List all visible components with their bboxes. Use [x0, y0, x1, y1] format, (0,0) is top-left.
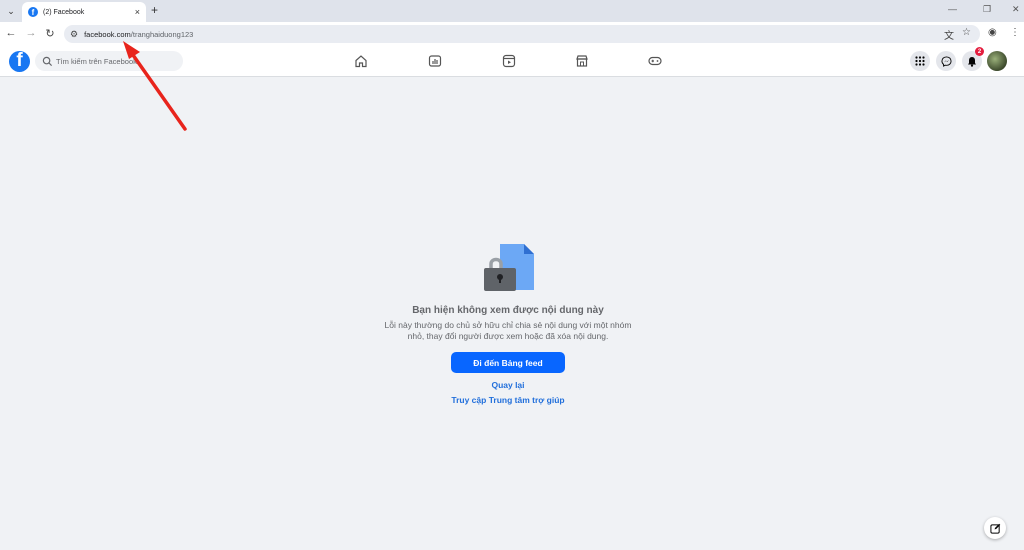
go-back-link[interactable]: Quay lại: [300, 380, 716, 390]
marketplace-icon[interactable]: [575, 54, 589, 68]
tab-search-menu-button[interactable]: ⌄: [4, 4, 18, 18]
reels-icon[interactable]: [502, 54, 516, 68]
lock-document-icon: [484, 244, 534, 291]
translate-icon[interactable]: 文: [944, 27, 954, 42]
browser-menu-icon[interactable]: ⋮: [1010, 27, 1020, 38]
url-text[interactable]: facebook.com/tranghaiduong123: [84, 30, 193, 39]
gaming-icon[interactable]: [648, 54, 662, 68]
facebook-favicon-icon: f: [28, 7, 38, 17]
site-info-icon[interactable]: ⚙: [70, 29, 78, 40]
tab-title: (2) Facebook: [43, 8, 85, 16]
profile-icon[interactable]: ◉: [988, 27, 997, 38]
facebook-search-input[interactable]: Tìm kiếm trên Facebook: [35, 51, 183, 71]
bookmark-star-icon[interactable]: ☆: [962, 27, 971, 38]
error-description: Lỗi này thường do chủ sở hữu chỉ chia sẻ…: [384, 320, 632, 341]
window-close-button[interactable]: ✕: [1012, 4, 1020, 15]
profile-avatar[interactable]: [987, 51, 1007, 71]
video-icon[interactable]: [428, 54, 442, 68]
new-tab-button[interactable]: +: [151, 3, 158, 17]
back-arrow-icon[interactable]: ←: [4, 27, 18, 39]
home-icon[interactable]: [354, 54, 368, 68]
browser-tabstrip: ⌄ f (2) Facebook × + — ❐ ✕: [0, 0, 1024, 22]
restore-button[interactable]: ❐: [983, 4, 991, 15]
address-bar[interactable]: ⚙ facebook.com/tranghaiduong123: [64, 25, 980, 43]
notification-count-badge: 2: [975, 47, 984, 56]
minimize-button[interactable]: —: [948, 4, 957, 14]
search-placeholder: Tìm kiếm trên Facebook: [56, 56, 137, 66]
browser-toolbar: ← → ↻ ⚙ facebook.com/tranghaiduong123 文 …: [0, 22, 1024, 46]
messenger-icon[interactable]: [936, 51, 956, 71]
error-heading: Bạn hiện không xem được nội dung này: [412, 305, 604, 316]
tab-close-button[interactable]: ×: [135, 7, 140, 17]
facebook-logo[interactable]: f: [9, 51, 30, 72]
menu-grid-icon[interactable]: [910, 51, 930, 71]
browser-tab-facebook[interactable]: f (2) Facebook ×: [22, 2, 146, 22]
compose-icon: [989, 523, 1000, 534]
facebook-header: f Tìm kiếm trên Facebook: [0, 46, 1024, 77]
forward-arrow-icon[interactable]: →: [24, 27, 38, 39]
reload-icon[interactable]: ↻: [43, 27, 57, 40]
new-message-button[interactable]: [984, 517, 1006, 539]
help-center-link[interactable]: Truy cập Trung tâm trợ giúp: [300, 395, 716, 405]
search-icon: [42, 56, 53, 66]
go-to-feed-button[interactable]: Đi đến Bảng feed: [451, 352, 565, 373]
